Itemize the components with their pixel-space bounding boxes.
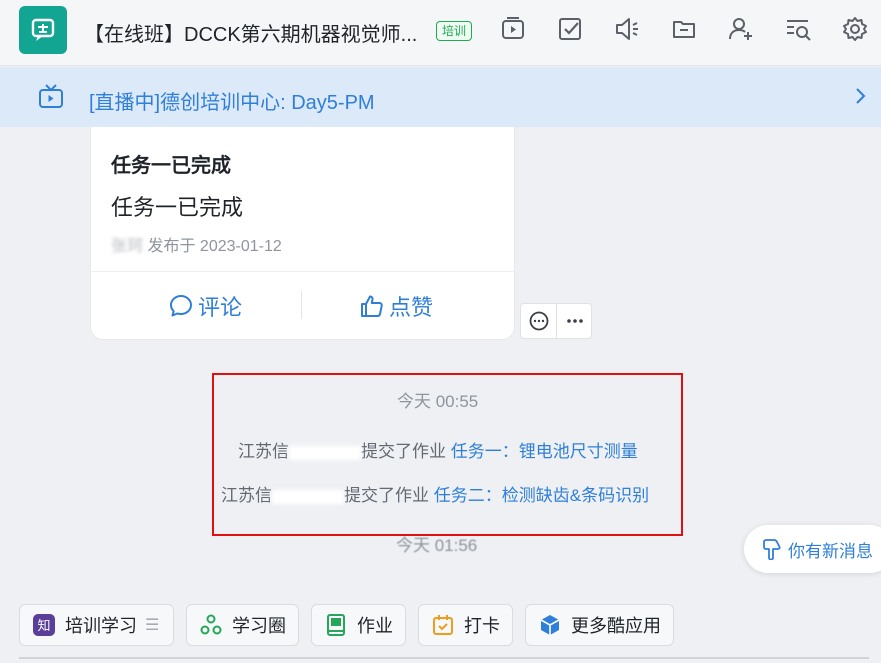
gear-icon[interactable] xyxy=(841,15,869,43)
card-body: 任务一已完成 xyxy=(111,195,244,220)
chat-header: 【在线班】DCCK第六期机器视觉师... 培训 xyxy=(0,0,881,66)
training-badge: 培训 xyxy=(436,21,473,41)
app-label: 作业 xyxy=(357,616,393,636)
study-circle-button[interactable]: 学习圈 xyxy=(186,604,299,646)
group-avatar-icon[interactable] xyxy=(19,6,67,54)
app-label: 学习圈 xyxy=(232,616,286,636)
comment-icon xyxy=(170,295,192,317)
add-user-icon[interactable] xyxy=(727,15,755,43)
reply-icon[interactable] xyxy=(521,304,557,338)
live-banner[interactable]: [直播中]德创培训中心: Day5-PM xyxy=(0,67,881,127)
message-timestamp: 今天 01:56 xyxy=(396,536,478,555)
zhi-icon: 知 xyxy=(32,613,56,637)
tv-icon xyxy=(37,83,65,116)
app-shortcut-bar: 知 培训学习 ☰ 学习圈 作业 打卡 更多酷应用 xyxy=(0,598,881,654)
search-list-icon[interactable] xyxy=(784,15,812,43)
card-author: 张珂 xyxy=(111,238,144,255)
calendar-check-icon xyxy=(431,613,455,637)
like-button[interactable]: 点赞 xyxy=(359,290,433,322)
app-label: 更多酷应用 xyxy=(571,616,661,636)
card-divider xyxy=(91,271,514,272)
checkbox-icon[interactable] xyxy=(556,15,584,43)
card-title: 任务一已完成 xyxy=(111,155,231,177)
speaker-icon[interactable] xyxy=(613,15,641,43)
more-icon[interactable] xyxy=(557,304,593,338)
circle-group-icon xyxy=(199,613,223,637)
message-toolbar xyxy=(520,303,592,339)
video-icon[interactable] xyxy=(499,15,527,43)
input-divider xyxy=(19,657,869,659)
like-label: 点赞 xyxy=(389,295,434,320)
app-label: 打卡 xyxy=(464,616,500,636)
thumbs-up-icon xyxy=(361,295,383,317)
homework-button[interactable]: 作业 xyxy=(311,604,406,646)
chevron-right-icon[interactable] xyxy=(852,85,868,112)
check-in-button[interactable]: 打卡 xyxy=(418,604,513,646)
chat-title[interactable]: 【在线班】DCCK第六期机器视觉师... xyxy=(84,18,417,47)
comment-label: 评论 xyxy=(198,295,243,320)
book-icon xyxy=(324,613,348,637)
comment-button[interactable]: 评论 xyxy=(168,290,242,322)
app-label: 培训学习 xyxy=(65,616,137,636)
svg-text:知: 知 xyxy=(37,618,50,634)
pointer-down-icon xyxy=(763,539,781,560)
card-meta: 张珂 发布于 2023-01-12 xyxy=(111,232,282,256)
new-messages-button[interactable]: 你有新消息 xyxy=(744,525,881,573)
cube-icon xyxy=(538,613,562,637)
card-published: 发布于 2023-01-12 xyxy=(147,238,282,255)
live-text: [直播中]德创培训中心: Day5-PM xyxy=(89,92,375,114)
training-app-button[interactable]: 知 培训学习 ☰ xyxy=(19,604,174,646)
menu-icon[interactable]: ☰ xyxy=(145,615,159,635)
new-messages-label: 你有新消息 xyxy=(788,541,873,561)
folder-icon[interactable] xyxy=(670,15,698,43)
action-separator xyxy=(301,291,302,319)
more-apps-button[interactable]: 更多酷应用 xyxy=(525,604,674,646)
task-post-card: 任务一已完成 任务一已完成 张珂 发布于 2023-01-12 评论 点赞 xyxy=(91,110,514,339)
highlight-annotation xyxy=(212,373,683,536)
